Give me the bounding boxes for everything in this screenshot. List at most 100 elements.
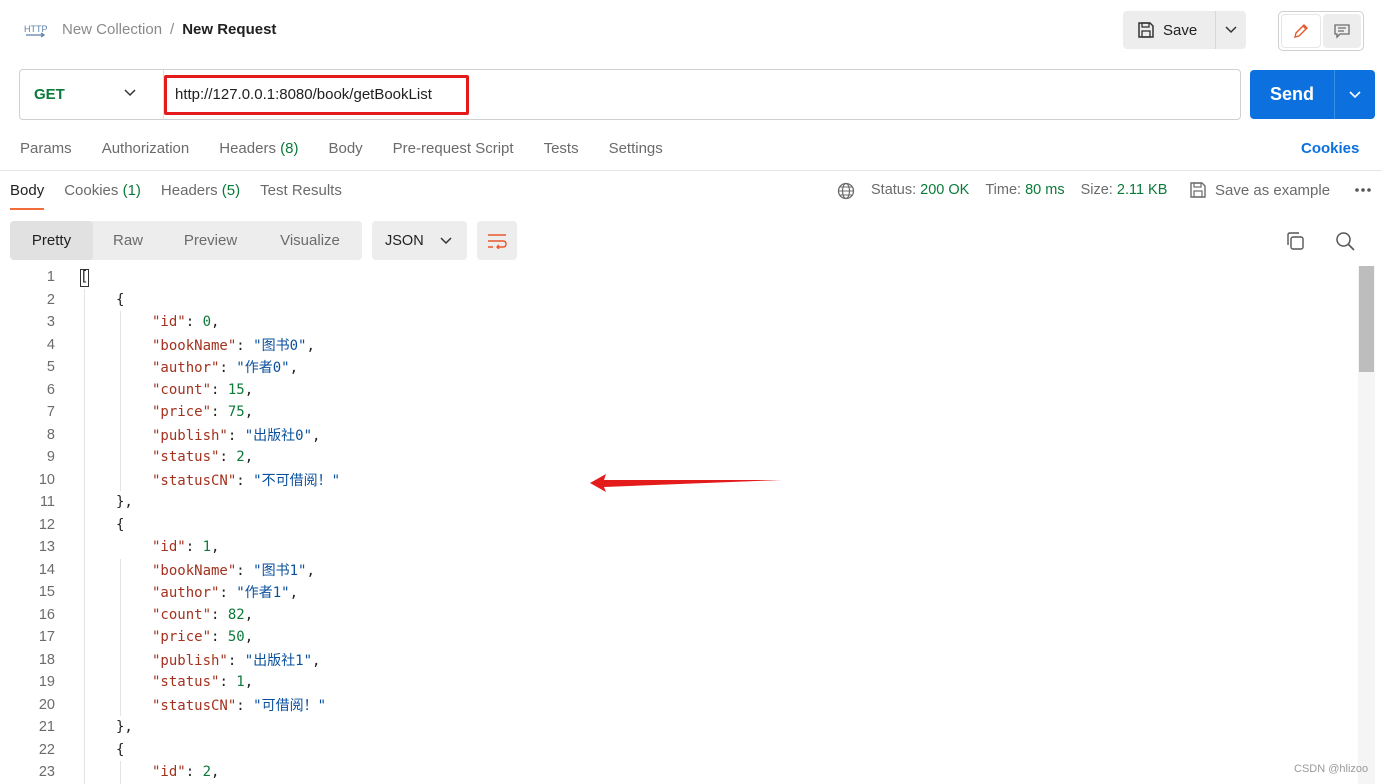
url-bar: GET http://127.0.0.1:8080/book/getBookLi… <box>19 69 1241 120</box>
breadcrumb-request-name[interactable]: New Request <box>182 21 276 38</box>
save-as-example-button[interactable]: Save as example <box>1189 181 1330 199</box>
save-options-button[interactable] <box>1215 11 1246 49</box>
json-punctuation: : <box>219 585 237 601</box>
json-number: 75 <box>227 404 245 420</box>
tab-label: Authorization <box>101 140 190 157</box>
line-content: "id": 2, <box>152 764 219 780</box>
json-punctuation: : <box>227 652 245 669</box>
breadcrumb-collection[interactable]: New Collection <box>62 21 162 38</box>
json-number: 15 <box>227 381 245 398</box>
response-tab-headers[interactable]: Headers (5) <box>161 182 240 199</box>
line-number: 21 <box>38 719 55 735</box>
json-punctuation: : <box>236 562 254 579</box>
json-key: "price" <box>152 404 212 420</box>
json-punctuation: , <box>306 337 315 354</box>
time-value: 80 ms <box>1025 182 1065 198</box>
tab-count: (8) <box>280 140 299 157</box>
wrap-lines-button[interactable] <box>477 221 517 260</box>
code-line: 23 "id": 2, <box>0 761 1358 783</box>
save-button-group: Save <box>1123 11 1246 49</box>
json-punctuation: : <box>236 337 254 354</box>
json-punctuation: }, <box>116 719 133 735</box>
line-number: 2 <box>46 291 55 308</box>
tab-body[interactable]: Body <box>328 140 362 162</box>
tab-label: Body <box>10 182 45 199</box>
json-punctuation: : <box>236 697 254 714</box>
copy-icon[interactable] <box>1285 231 1305 251</box>
view-mode-visualize[interactable]: Visualize <box>258 221 362 260</box>
response-body-viewer[interactable]: 1[2{3 "id": 0, 4 "bookName": "图书0", 5 "author… <box>0 266 1358 784</box>
json-punctuation: , <box>312 652 321 669</box>
json-punctuation: : <box>211 629 228 645</box>
json-number: 1 <box>202 539 212 555</box>
url-input[interactable]: http://127.0.0.1:8080/book/getBookList <box>174 70 432 119</box>
status-info[interactable]: Status: 200 OK <box>871 182 969 198</box>
cookies-link[interactable]: Cookies <box>1301 140 1359 157</box>
time-label: Time: <box>985 182 1022 198</box>
line-content: "bookName": "图书0", <box>152 335 315 355</box>
tab-pre-request-script[interactable]: Pre-request Script <box>393 140 514 162</box>
status-value: 200 OK <box>920 182 970 198</box>
line-content: }, <box>116 494 133 510</box>
edit-mode-button[interactable] <box>1281 14 1321 48</box>
json-key: "status" <box>152 674 220 690</box>
response-tab-test-results[interactable]: Test Results <box>260 182 342 199</box>
line-content: "statusCN": "可借阅！" <box>152 695 326 715</box>
line-content: "id": 0, <box>152 314 219 330</box>
save-button[interactable]: Save <box>1123 11 1215 49</box>
json-key: "id" <box>152 539 186 555</box>
json-punctuation: : <box>185 764 203 780</box>
json-punctuation: , <box>244 404 254 420</box>
json-punctuation: : <box>219 449 237 465</box>
response-tab-cookies[interactable]: Cookies (1) <box>64 182 141 199</box>
json-key: "publish" <box>152 652 228 669</box>
indent-guide <box>84 288 85 784</box>
response-tab-body[interactable]: Body <box>10 182 45 210</box>
line-content: "status": 2, <box>152 449 253 465</box>
json-punctuation: { <box>116 291 125 308</box>
json-key: "author" <box>152 360 220 376</box>
code-line: 3 "id": 0, <box>0 311 1358 333</box>
send-button-group: Send <box>1250 70 1375 119</box>
line-number: 9 <box>46 449 55 465</box>
format-select[interactable]: JSON <box>372 221 467 260</box>
tab-settings[interactable]: Settings <box>609 140 663 162</box>
tab-label: Cookies <box>64 182 119 199</box>
json-punctuation: : <box>211 381 228 398</box>
tab-authorization[interactable]: Authorization <box>102 140 190 162</box>
tab-label: Body <box>328 140 363 157</box>
json-string: "作者1" <box>236 585 290 601</box>
pencil-icon <box>1294 24 1308 38</box>
section-divider <box>0 170 1382 171</box>
search-icon[interactable] <box>1335 231 1355 251</box>
tab-headers[interactable]: Headers (8) <box>219 140 298 162</box>
line-content: "count": 15, <box>152 382 253 398</box>
scrollbar-thumb[interactable] <box>1359 266 1374 372</box>
tab-label: Test Results <box>260 182 342 199</box>
send-button[interactable]: Send <box>1250 70 1334 119</box>
json-punctuation: , <box>244 449 254 465</box>
more-options-icon[interactable] <box>1354 186 1372 194</box>
method-select[interactable]: GET <box>20 70 164 119</box>
json-string: "可借阅！" <box>253 697 327 714</box>
breadcrumb: New Collection / New Request <box>62 21 276 38</box>
json-punctuation: { <box>116 516 125 533</box>
view-mode-pretty[interactable]: Pretty <box>10 221 93 260</box>
view-mode-preview[interactable]: Preview <box>163 221 258 260</box>
line-content: "publish": "出版社1", <box>152 650 320 670</box>
globe-icon[interactable] <box>837 182 855 200</box>
line-content: "author": "作者1", <box>152 582 298 602</box>
line-content: "statusCN": "不可借阅！" <box>152 470 340 490</box>
size-info[interactable]: Size: 2.11 KB <box>1081 182 1168 198</box>
view-mode-raw[interactable]: Raw <box>93 221 163 260</box>
comment-mode-button[interactable] <box>1323 14 1361 48</box>
time-info[interactable]: Time: 80 ms <box>985 182 1064 198</box>
code-line: 6 "count": 15, <box>0 379 1358 401</box>
send-options-button[interactable] <box>1334 70 1375 119</box>
save-label: Save <box>1163 21 1198 39</box>
json-punctuation: : <box>227 427 245 444</box>
tab-tests[interactable]: Tests <box>544 140 579 162</box>
json-punctuation: , <box>289 585 299 601</box>
tab-params[interactable]: Params <box>20 140 72 162</box>
tab-count: (5) <box>221 182 241 199</box>
